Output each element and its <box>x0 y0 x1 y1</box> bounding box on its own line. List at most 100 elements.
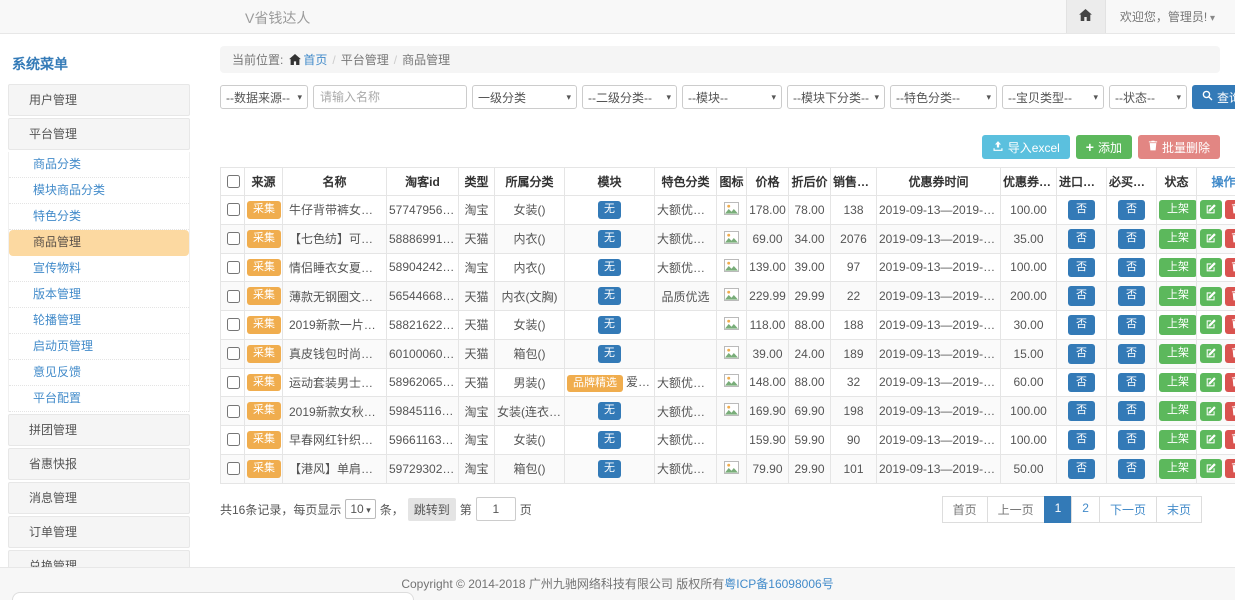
row-delete-button[interactable] <box>1225 229 1235 248</box>
sidebar-submenu-item[interactable]: 模块商品分类 <box>9 178 189 204</box>
edit-button[interactable] <box>1200 459 1222 478</box>
edit-button[interactable] <box>1200 287 1222 306</box>
pagination-button[interactable]: 下一页 <box>1099 496 1157 523</box>
status-toggle[interactable]: 上架 <box>1159 315 1197 335</box>
import-optional-toggle[interactable]: 否 <box>1068 286 1095 306</box>
must-buy-toggle[interactable]: 否 <box>1118 459 1145 479</box>
edit-button[interactable] <box>1200 200 1222 219</box>
row-delete-button[interactable] <box>1225 315 1235 334</box>
status-toggle[interactable]: 上架 <box>1159 258 1197 278</box>
sidebar-submenu-item[interactable]: 意见反馈 <box>9 360 189 386</box>
row-checkbox[interactable] <box>227 433 240 446</box>
import-optional-toggle[interactable]: 否 <box>1068 315 1095 335</box>
filter-select[interactable]: --二级分类-- <box>582 85 677 109</box>
jump-page-input[interactable] <box>476 497 516 521</box>
import-optional-toggle[interactable]: 否 <box>1068 401 1095 421</box>
sidebar-submenu-item[interactable]: 版本管理 <box>9 282 189 308</box>
name-search-input[interactable] <box>313 85 467 109</box>
pagination-button[interactable]: 2 <box>1071 496 1100 523</box>
must-buy-toggle[interactable]: 否 <box>1118 229 1145 249</box>
edit-button[interactable] <box>1200 430 1222 449</box>
row-checkbox[interactable] <box>227 376 240 389</box>
pagination-button[interactable]: 首页 <box>942 496 988 523</box>
status-toggle[interactable]: 上架 <box>1159 229 1197 249</box>
must-buy-toggle[interactable]: 否 <box>1118 344 1145 364</box>
pagination-button[interactable]: 末页 <box>1156 496 1202 523</box>
edit-button[interactable] <box>1200 229 1222 248</box>
icp-link[interactable]: 粤ICP备16098006号 <box>724 577 833 591</box>
sidebar-section-item[interactable]: 用户管理 <box>8 84 190 116</box>
row-checkbox[interactable] <box>227 462 240 475</box>
select-all-checkbox[interactable] <box>227 175 240 188</box>
pagination-button[interactable]: 上一页 <box>987 496 1045 523</box>
sidebar-submenu-item[interactable]: 轮播管理 <box>9 308 189 334</box>
row-delete-button[interactable] <box>1225 344 1235 363</box>
must-buy-toggle[interactable]: 否 <box>1118 401 1145 421</box>
row-checkbox[interactable] <box>227 318 240 331</box>
breadcrumb-home-link[interactable]: 首页 <box>303 53 327 67</box>
row-delete-button[interactable] <box>1225 373 1235 392</box>
edit-button[interactable] <box>1200 258 1222 277</box>
sidebar-submenu-item[interactable]: 平台配置 <box>9 386 189 412</box>
import-optional-toggle[interactable]: 否 <box>1068 430 1095 450</box>
filter-select[interactable]: 一级分类 <box>472 85 577 109</box>
sidebar-section-item[interactable]: 平台管理 <box>8 118 190 150</box>
must-buy-toggle[interactable]: 否 <box>1118 200 1145 220</box>
row-delete-button[interactable] <box>1225 459 1235 478</box>
add-button[interactable]: 添加 <box>1076 135 1132 159</box>
batch-delete-button[interactable]: 批量删除 <box>1138 135 1220 159</box>
status-toggle[interactable]: 上架 <box>1159 200 1197 220</box>
edit-button[interactable] <box>1200 344 1222 363</box>
sidebar-submenu-item[interactable]: 宣传物料 <box>9 256 189 282</box>
sidebar-submenu-item[interactable]: 特色分类 <box>9 204 189 230</box>
page-size-select[interactable]: 10 <box>345 499 375 519</box>
row-checkbox[interactable] <box>227 261 240 274</box>
edit-button[interactable] <box>1200 373 1222 392</box>
row-checkbox[interactable] <box>227 405 240 418</box>
user-menu[interactable]: 欢迎您，管理员! <box>1106 8 1235 25</box>
filter-select[interactable]: --状态-- <box>1109 85 1187 109</box>
import-optional-toggle[interactable]: 否 <box>1068 459 1095 479</box>
sidebar-section-item[interactable]: 省惠快报 <box>8 448 190 480</box>
pagination-button[interactable]: 1 <box>1044 496 1073 523</box>
filter-select[interactable]: --数据来源-- <box>220 85 308 109</box>
sidebar-submenu-item[interactable]: 商品分类 <box>9 152 189 178</box>
status-toggle[interactable]: 上架 <box>1159 459 1197 479</box>
import-optional-toggle[interactable]: 否 <box>1068 344 1095 364</box>
row-delete-button[interactable] <box>1225 287 1235 306</box>
import-optional-toggle[interactable]: 否 <box>1068 229 1095 249</box>
status-toggle[interactable]: 上架 <box>1159 344 1197 364</box>
sidebar-section-item[interactable]: 消息管理 <box>8 482 190 514</box>
filter-select[interactable]: --模块-- <box>682 85 782 109</box>
edit-button[interactable] <box>1200 402 1222 421</box>
must-buy-toggle[interactable]: 否 <box>1118 286 1145 306</box>
jump-button[interactable]: 跳转到 <box>408 498 456 521</box>
import-excel-button[interactable]: 导入excel <box>982 135 1070 159</box>
status-toggle[interactable]: 上架 <box>1159 286 1197 306</box>
import-optional-toggle[interactable]: 否 <box>1068 200 1095 220</box>
edit-button[interactable] <box>1200 315 1222 334</box>
search-button[interactable]: 查询 <box>1192 85 1235 109</box>
status-toggle[interactable]: 上架 <box>1159 401 1197 421</box>
row-delete-button[interactable] <box>1225 258 1235 277</box>
must-buy-toggle[interactable]: 否 <box>1118 373 1145 393</box>
status-toggle[interactable]: 上架 <box>1159 373 1197 393</box>
import-optional-toggle[interactable]: 否 <box>1068 373 1095 393</box>
row-checkbox[interactable] <box>227 232 240 245</box>
must-buy-toggle[interactable]: 否 <box>1118 430 1145 450</box>
filter-select[interactable]: --宝贝类型-- <box>1002 85 1104 109</box>
must-buy-toggle[interactable]: 否 <box>1118 258 1145 278</box>
sidebar-submenu-item[interactable]: 商品管理 <box>9 230 189 256</box>
sidebar-section-item[interactable]: 拼团管理 <box>8 414 190 446</box>
sidebar-submenu-item[interactable]: 启动页管理 <box>9 334 189 360</box>
row-checkbox[interactable] <box>227 203 240 216</box>
row-delete-button[interactable] <box>1225 200 1235 219</box>
row-delete-button[interactable] <box>1225 430 1235 449</box>
import-optional-toggle[interactable]: 否 <box>1068 258 1095 278</box>
sidebar-section-item[interactable]: 订单管理 <box>8 516 190 548</box>
row-checkbox[interactable] <box>227 290 240 303</box>
must-buy-toggle[interactable]: 否 <box>1118 315 1145 335</box>
filter-select[interactable]: --特色分类-- <box>890 85 997 109</box>
filter-select[interactable]: --模块下分类-- <box>787 85 885 109</box>
home-button[interactable] <box>1066 0 1106 33</box>
